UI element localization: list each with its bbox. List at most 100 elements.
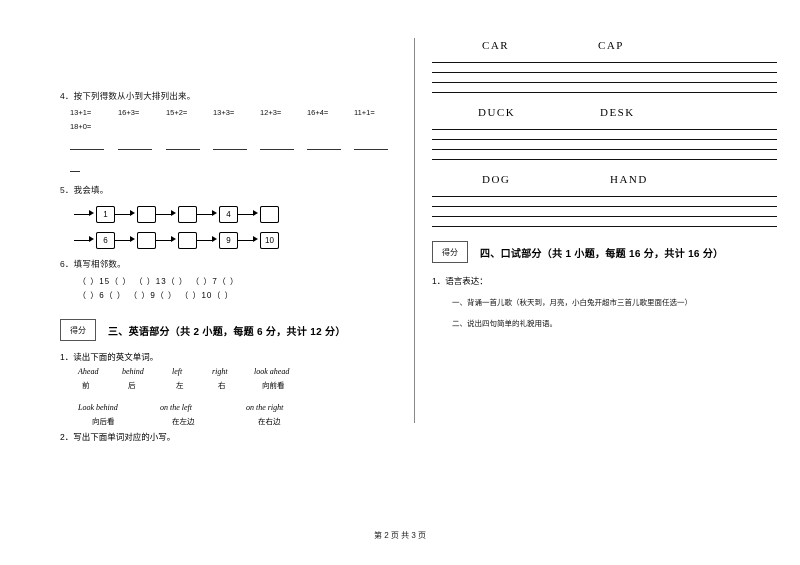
word-pair-3: DOG HAND xyxy=(432,174,777,194)
chain-cell[interactable]: 6 xyxy=(96,231,115,249)
arrow-icon xyxy=(156,209,178,219)
exam-paper-page: 4．按下列得数从小到大排列出来。 13+1= 16+3= 15+2= 13+3=… xyxy=(0,0,800,565)
answer-blank[interactable] xyxy=(118,148,152,150)
word-en: Ahead xyxy=(78,367,99,376)
arrow-icon xyxy=(238,209,260,219)
number-chain-row-2: 6 9 10 xyxy=(74,230,390,250)
writing-line[interactable] xyxy=(432,207,777,217)
section-4-question-1: 1．语言表达： xyxy=(432,276,488,286)
section-4-item-1: 一、背诵一首儿歌（秋天到，月亮，小白兔开超市三首儿歌里面任选一） xyxy=(452,298,692,307)
arrow-icon xyxy=(197,235,219,245)
question-6-line-1[interactable]: （ ）15（ ） （ ）13（ ） （ ）7（ ） xyxy=(78,276,390,287)
word-cn: 右 xyxy=(218,381,226,390)
arrow-icon xyxy=(197,209,219,219)
word-en: look ahead xyxy=(254,367,290,376)
answer-blank[interactable] xyxy=(307,148,341,150)
chain-cell[interactable]: 9 xyxy=(219,231,238,249)
writing-lines-3[interactable] xyxy=(432,196,777,227)
number-chain-row-1: 1 4 xyxy=(74,204,390,224)
word-cn: 前 xyxy=(82,381,90,390)
answer-blank[interactable] xyxy=(70,148,104,150)
column-divider xyxy=(414,38,415,423)
chain-cell[interactable] xyxy=(178,231,197,249)
score-stamp: 得分 xyxy=(432,241,468,263)
right-column: CAR CAP DUCK DESK DOG HAND 得分 四、口试部分（共 1… xyxy=(432,40,777,329)
word-en: right xyxy=(212,367,228,376)
section-4-title: 四、口试部分（共 1 小题，每题 16 分，共计 16 分） xyxy=(480,248,724,260)
chain-cell[interactable] xyxy=(260,205,279,223)
word-pair-1: CAR CAP xyxy=(432,40,777,60)
section-3-question-2: 2．写出下面单词对应的小写。 xyxy=(60,432,176,442)
arrow-icon xyxy=(74,235,96,245)
answer-blank-tail[interactable] xyxy=(70,170,80,172)
expr-6: 16+4= xyxy=(307,108,329,117)
section-3-question-1: 1．读出下面的英文单词。 xyxy=(60,352,159,362)
word-en: on the left xyxy=(160,403,192,412)
word-pair-left: DUCK xyxy=(478,107,516,119)
chain-cell[interactable] xyxy=(137,205,156,223)
writing-line[interactable] xyxy=(432,129,777,140)
word-cn: 后 xyxy=(128,381,136,390)
expr-7: 11+1= xyxy=(354,108,375,117)
word-pair-2: DUCK DESK xyxy=(432,107,777,127)
writing-line[interactable] xyxy=(432,150,777,160)
question-6-label: 6．填写相邻数。 xyxy=(60,259,126,269)
writing-lines-2[interactable] xyxy=(432,129,777,160)
word-en: Look behind xyxy=(78,403,118,412)
section-3-title: 三、英语部分（共 2 小题，每题 6 分，共计 12 分） xyxy=(108,326,346,338)
expr-3: 15+2= xyxy=(166,108,188,117)
chain-cell[interactable] xyxy=(178,205,197,223)
writing-lines-1[interactable] xyxy=(432,62,777,93)
writing-line[interactable] xyxy=(432,62,777,73)
word-en: behind xyxy=(122,367,144,376)
word-pair-left: CAR xyxy=(482,40,510,52)
word-pair-right: DESK xyxy=(600,107,635,119)
arrow-icon xyxy=(115,235,137,245)
section-4-item-2: 二、说出四句简单的礼貌用语。 xyxy=(452,319,557,328)
english-words-row-1: Ahead 前 behind 后 left 左 right 右 look ahe… xyxy=(78,367,390,393)
word-pair-right: CAP xyxy=(598,40,624,52)
question-5-label: 5．我会填。 xyxy=(60,185,109,195)
answer-blank[interactable] xyxy=(354,148,388,150)
word-en: on the right xyxy=(246,403,284,412)
expr-4: 13+3= xyxy=(213,108,235,117)
chain-cell[interactable]: 4 xyxy=(219,205,238,223)
word-cn: 向后看 xyxy=(92,417,115,426)
arrow-icon xyxy=(115,209,137,219)
question-4-label: 4．按下列得数从小到大排列出来。 xyxy=(60,91,196,101)
expr-5: 12+3= xyxy=(260,108,282,117)
word-pair-left: DOG xyxy=(482,174,511,186)
arrow-icon xyxy=(74,209,96,219)
question-6-line-2[interactable]: （ ）6（ ） （ ）9（ ） （ ）10（ ） xyxy=(78,290,390,301)
section-3-header: 得分 三、英语部分（共 2 小题，每题 6 分，共计 12 分） xyxy=(60,319,390,341)
answer-blank[interactable] xyxy=(166,148,200,150)
page-footer: 第 2 页 共 3 页 xyxy=(373,531,426,540)
word-cn: 左 xyxy=(176,381,184,390)
chain-cell[interactable]: 10 xyxy=(260,231,279,249)
section-4-header: 得分 四、口试部分（共 1 小题，每题 16 分，共计 16 分） xyxy=(432,241,777,263)
score-stamp: 得分 xyxy=(60,319,96,341)
writing-line[interactable] xyxy=(432,83,777,93)
writing-line[interactable] xyxy=(432,73,777,83)
writing-line[interactable] xyxy=(432,217,777,227)
writing-line[interactable] xyxy=(432,196,777,207)
expr-2: 16+3= xyxy=(118,108,140,117)
word-pair-right: HAND xyxy=(610,174,648,186)
word-cn: 向前看 xyxy=(262,381,285,390)
answer-blank[interactable] xyxy=(260,148,294,150)
expr-8: 18+0= xyxy=(70,122,92,131)
number-chain: 1 4 6 9 10 xyxy=(74,204,390,250)
question-4-expressions: 13+1= 16+3= 15+2= 13+3= 12+3= 16+4= 11+1… xyxy=(70,108,390,131)
expr-1: 13+1= xyxy=(70,108,92,117)
chain-cell[interactable]: 1 xyxy=(96,205,115,223)
answer-blank[interactable] xyxy=(213,148,247,150)
writing-line[interactable] xyxy=(432,140,777,150)
english-words-row-2: Look behind 向后看 on the left 在左边 on the r… xyxy=(78,403,390,429)
left-column: 4．按下列得数从小到大排列出来。 13+1= 16+3= 15+2= 13+3=… xyxy=(60,90,390,445)
word-cn: 在左边 xyxy=(172,417,195,426)
arrow-icon xyxy=(238,235,260,245)
question-4-answer-blanks[interactable] xyxy=(70,148,390,164)
word-en: left xyxy=(172,367,183,376)
word-cn: 在右边 xyxy=(258,417,281,426)
chain-cell[interactable] xyxy=(137,231,156,249)
